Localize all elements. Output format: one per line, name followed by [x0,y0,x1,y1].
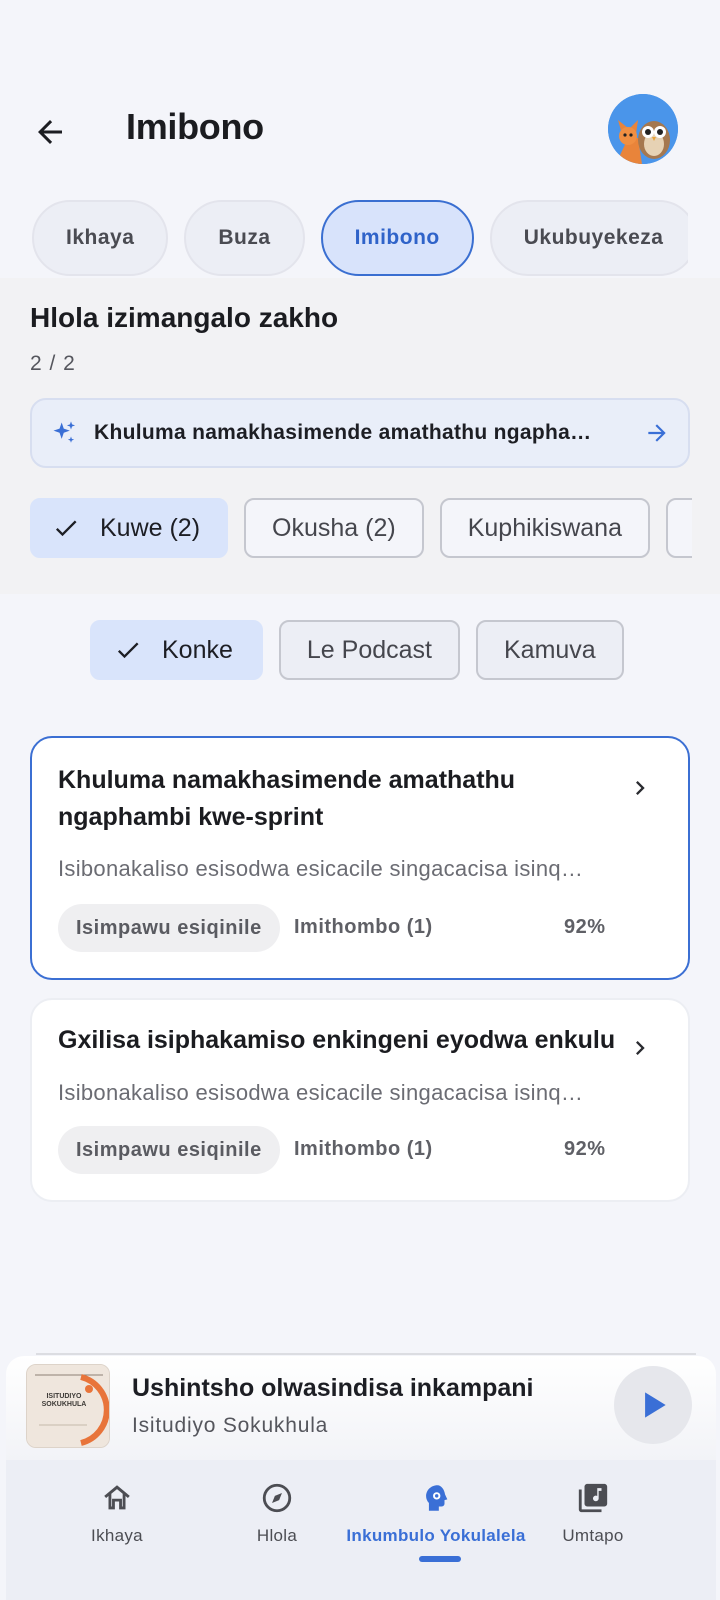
avatar-illustration-icon [608,94,678,164]
player-divider [36,1353,696,1355]
compass-icon [259,1480,295,1516]
memory-icon [418,1480,454,1516]
chip-label: Okusha (2) [272,513,396,542]
filter-le-podcast[interactable]: Le Podcast [278,620,460,680]
strength-badge: Isimpawu esiqinile [58,904,280,952]
card-description: Isibonakaliso esisodwa esicacile singaca… [58,1080,584,1105]
filter-konke[interactable]: Konke [90,620,263,680]
filter-label: Le Podcast [306,635,432,664]
arrow-left-icon [38,120,62,144]
mini-player[interactable]: ISITUDIYO SOKUKHULA Ushintsho olwasindis… [6,1356,716,1460]
filter-label: Kamuva [503,635,596,664]
home-icon [99,1480,135,1516]
claim-card[interactable]: Gxilisa isiphakamiso enkingeni eyodwa en… [30,998,690,1202]
tab-ikhaya[interactable]: Ikhaya [32,200,169,276]
chip-okusha[interactable]: Okusha (2) [244,498,424,558]
nav-inkumbulo-yokulalela[interactable]: Inkumbulo Yokulalela [346,1480,525,1546]
check-icon [52,514,80,542]
cover-title: ISITUDIYO SOKUKHULA [41,1393,87,1408]
chip-partial[interactable] [665,498,692,558]
chip-label: Kuwe (2) [100,513,201,542]
top-tabs: Ikhaya Buza Imibono Ukubuyekeza I [32,200,688,278]
section-title: Hlola izimangalo zakho [30,302,339,333]
nav-label: Ikhaya [91,1526,143,1545]
card-title: Khuluma namakhasimende amathathu ngapham… [58,766,516,831]
nav-label: Hlola [256,1526,298,1545]
active-nav-indicator [419,1556,461,1562]
back-button[interactable] [22,104,78,160]
nav-hlola[interactable]: Hlola [192,1480,362,1546]
sparkle-icon [53,421,76,443]
filter-kamuva[interactable]: Kamuva [475,620,624,680]
confidence-percent: 92% [564,916,606,938]
tab-ukubuyekeza[interactable]: Ukubuyekeza [489,200,688,276]
prompt-text: Khuluma namakhasimende amathathu ngapha… [94,421,592,444]
claim-filter-chips: Kuwe (2) Okusha (2) Kuphikiswana [30,498,692,560]
play-button[interactable] [614,1366,692,1444]
card-description: Isibonakaliso esisodwa esicacile singaca… [58,856,584,881]
review-counter: 2 / 2 [30,352,76,375]
avatar[interactable] [608,94,678,164]
confidence-percent: 92% [564,1138,606,1160]
bottom-nav: Ikhaya Hlola Inkumbulo Yokulalela Umtapo [6,1460,716,1600]
nav-ikhaya[interactable]: Ikhaya [32,1480,202,1546]
nav-label: Umtapo [562,1526,624,1545]
filter-label: Konke [162,635,233,664]
sources-link[interactable]: Imithombo (1) [294,916,433,939]
claim-prompt-button[interactable]: Khuluma namakhasimende amathathu ngapha… [30,398,690,468]
chip-kuwe[interactable]: Kuwe (2) [30,498,229,558]
tab-imibono[interactable]: Imibono [320,200,474,276]
page-title: Imibono [126,106,264,147]
strength-badge: Isimpawu esiqinile [58,1126,280,1174]
chip-label: Kuphikiswana [467,513,622,542]
card-title: Gxilisa isiphakamiso enkingeni eyodwa en… [58,1026,616,1054]
arrow-right-icon [648,424,666,442]
player-title: Ushintsho olwasindisa inkampani [132,1374,534,1402]
chip-kuphikiswana[interactable]: Kuphikiswana [439,498,650,558]
sources-link[interactable]: Imithombo (1) [294,1138,433,1161]
player-subtitle: Isitudiyo Sokukhula [132,1414,329,1437]
tab-buza[interactable]: Buza [184,200,305,276]
podcast-cover: ISITUDIYO SOKUKHULA [26,1364,110,1448]
source-filters: Konke Le Podcast Kamuva [90,620,624,680]
play-icon [645,1392,666,1418]
chevron-right-icon [636,1041,645,1055]
library-icon [575,1480,611,1516]
nav-label: Inkumbulo Yokulalela [346,1526,526,1545]
check-icon [114,636,142,664]
nav-umtapo[interactable]: Umtapo [508,1480,678,1546]
claim-card[interactable]: Khuluma namakhasimende amathathu ngapham… [30,736,690,980]
chevron-right-icon [636,781,645,795]
